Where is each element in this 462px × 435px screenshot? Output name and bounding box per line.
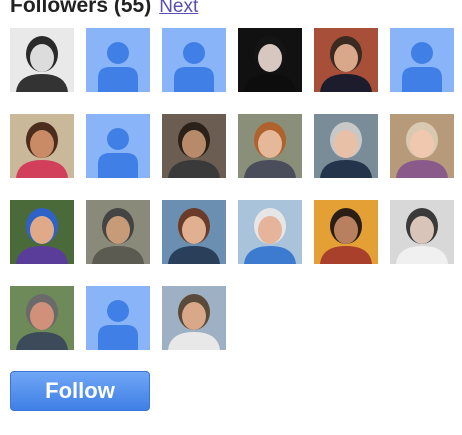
follower-avatar[interactable]	[162, 286, 226, 350]
profile-photo	[390, 114, 454, 178]
profile-photo	[162, 286, 226, 350]
next-link[interactable]: Next	[159, 0, 198, 18]
profile-photo	[10, 286, 74, 350]
profile-photo	[314, 28, 378, 92]
profile-photo	[10, 200, 74, 264]
follower-avatar[interactable]	[10, 28, 74, 92]
follower-avatar[interactable]	[314, 28, 378, 92]
follower-avatar[interactable]	[238, 200, 302, 264]
default-user-icon	[86, 28, 150, 92]
default-user-icon	[86, 114, 150, 178]
profile-photo	[390, 200, 454, 264]
default-user-icon	[162, 28, 226, 92]
follower-avatar[interactable]	[86, 200, 150, 264]
follower-avatar[interactable]	[10, 286, 74, 350]
profile-photo	[86, 200, 150, 264]
follower-avatar-placeholder[interactable]	[86, 28, 150, 92]
follower-avatar[interactable]	[10, 200, 74, 264]
follower-avatar[interactable]	[238, 28, 302, 92]
profile-photo	[238, 200, 302, 264]
followers-header: Followers (55) Next	[10, 0, 198, 18]
follower-avatar[interactable]	[314, 200, 378, 264]
follower-avatar-placeholder[interactable]	[162, 28, 226, 92]
follower-avatar[interactable]	[390, 114, 454, 178]
follower-avatar[interactable]	[238, 114, 302, 178]
profile-photo	[314, 200, 378, 264]
follower-avatar-placeholder[interactable]	[86, 114, 150, 178]
profile-photo	[314, 114, 378, 178]
profile-photo	[238, 114, 302, 178]
profile-photo	[238, 28, 302, 92]
follower-avatar[interactable]	[314, 114, 378, 178]
profile-photo	[162, 200, 226, 264]
profile-photo	[10, 114, 74, 178]
follow-button[interactable]: Follow	[10, 371, 150, 411]
follower-avatar[interactable]	[390, 200, 454, 264]
followers-title: Followers (55)	[10, 0, 152, 17]
follower-avatar[interactable]	[10, 114, 74, 178]
profile-photo	[162, 114, 226, 178]
follower-avatar-placeholder[interactable]	[86, 286, 150, 350]
follower-avatar-placeholder[interactable]	[390, 28, 454, 92]
default-user-icon	[390, 28, 454, 92]
profile-photo	[10, 28, 74, 92]
follower-avatar[interactable]	[162, 114, 226, 178]
default-user-icon	[86, 286, 150, 350]
follower-avatar[interactable]	[162, 200, 226, 264]
